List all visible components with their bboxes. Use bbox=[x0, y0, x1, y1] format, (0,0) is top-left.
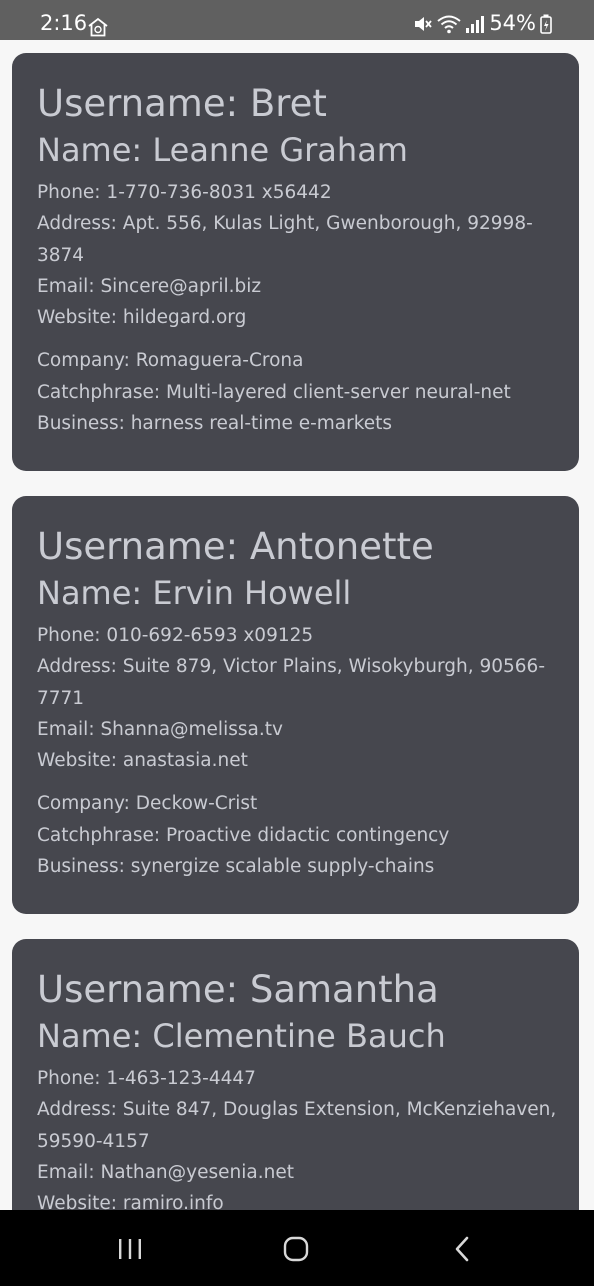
home-icon bbox=[283, 1236, 309, 1262]
user-card: Username: Bret Name: Leanne Graham Phone… bbox=[12, 53, 579, 471]
battery-percent: 54% bbox=[489, 11, 536, 35]
card-company: Company: Romaguera-Crona bbox=[37, 350, 304, 372]
mute-icon bbox=[415, 16, 433, 31]
card-phone: Phone: 1-770-736-8031 x56442 bbox=[37, 182, 332, 203]
card-business: Business: harness real-time e-markets bbox=[37, 413, 393, 435]
card-address: Address: Suite 847, Douglas Extension, M… bbox=[37, 1099, 557, 1152]
card-address: Address: Suite 879, Victor Plains, Wisok… bbox=[37, 656, 545, 709]
card-email: Email: Sincere@april.biz bbox=[37, 275, 262, 297]
wifi-icon bbox=[437, 15, 461, 33]
navigation-bar bbox=[0, 1210, 594, 1286]
user-card: Username: Antonette Name: Ervin Howell P… bbox=[12, 496, 579, 914]
card-name: Name: Leanne Graham bbox=[37, 131, 408, 169]
card-username: Username: Antonette bbox=[37, 525, 434, 568]
card-username: Username: Samantha bbox=[37, 968, 439, 1011]
card-website: Website: hildegard.org bbox=[37, 307, 247, 329]
card-catchphrase: Catchphrase: Multi-layered client-server… bbox=[37, 381, 511, 403]
card-business: Business: synergize scalable supply-chai… bbox=[37, 856, 435, 878]
card-name: Name: Ervin Howell bbox=[37, 574, 352, 612]
recent-apps-button[interactable] bbox=[110, 1234, 150, 1264]
back-button[interactable] bbox=[443, 1234, 483, 1264]
card-phone: Phone: 010-692-6593 x09125 bbox=[37, 625, 314, 646]
card-username: Username: Bret bbox=[37, 82, 327, 125]
back-icon bbox=[455, 1236, 469, 1262]
app-screen: 2:16 54% Username: Bret Name: Leanne Gra… bbox=[0, 0, 594, 1286]
card-email: Email: Shanna@melissa.tv bbox=[37, 718, 283, 740]
card-name: Name: Clementine Bauch bbox=[37, 1017, 446, 1055]
status-bar: 2:16 54% bbox=[0, 0, 594, 40]
card-catchphrase: Catchphrase: Proactive didactic continge… bbox=[37, 824, 450, 846]
card-company: Company: Deckow-Crist bbox=[37, 793, 258, 815]
user-list[interactable]: Username: Bret Name: Leanne Graham Phone… bbox=[0, 40, 594, 1210]
card-website: Website: ramiro.info bbox=[37, 1193, 224, 1210]
card-website: Website: anastasia.net bbox=[37, 750, 248, 772]
home-button[interactable] bbox=[276, 1234, 316, 1264]
battery-icon bbox=[540, 14, 552, 34]
home-status-icon bbox=[88, 17, 108, 37]
card-section-gap bbox=[37, 776, 579, 788]
status-time: 2:16 bbox=[40, 11, 88, 35]
card-phone: Phone: 1-463-123-4447 bbox=[37, 1068, 256, 1089]
card-section-gap bbox=[37, 333, 579, 345]
user-card: Username: Samantha Name: Clementine Bauc… bbox=[12, 939, 579, 1210]
recent-apps-icon bbox=[119, 1239, 141, 1259]
card-email: Email: Nathan@yesenia.net bbox=[37, 1161, 294, 1183]
status-icons: 54% bbox=[413, 13, 552, 34]
signal-icon bbox=[466, 15, 485, 33]
card-address: Address: Apt. 556, Kulas Light, Gwenboro… bbox=[37, 213, 533, 266]
